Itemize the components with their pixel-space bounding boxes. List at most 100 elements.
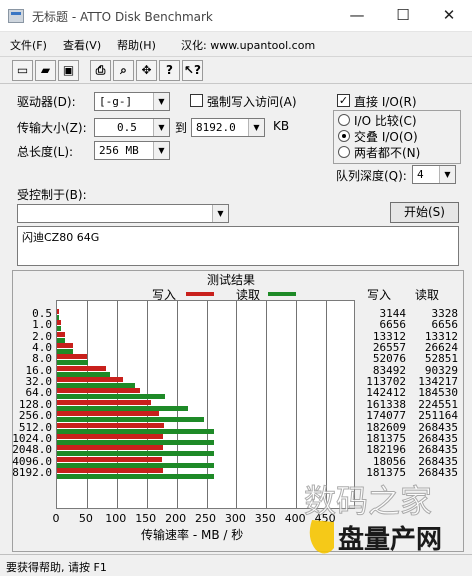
description-input[interactable]: 闪迪CZ80 64G — [17, 226, 459, 266]
queue-depth-label: 队列深度(Q): — [336, 169, 407, 183]
x-tick-label: 300 — [224, 512, 246, 525]
window-title: 无标题 - ATTO Disk Benchmark — [32, 10, 213, 24]
help-icon[interactable]: ? — [159, 60, 180, 81]
chevron-down-icon[interactable]: ▼ — [153, 93, 169, 110]
read-bar — [57, 315, 59, 320]
print-preview-icon[interactable]: ⌕ — [113, 60, 134, 81]
x-tick-label: 250 — [195, 512, 216, 525]
status-text: 要获得帮助, 请按 F1 — [6, 561, 107, 574]
read-bar — [57, 371, 110, 377]
radio-overlapped-io-label: 交叠 I/O(O) — [354, 130, 418, 144]
chevron-down-icon[interactable]: ▼ — [153, 142, 169, 159]
read-bar — [57, 349, 73, 355]
read-bar — [57, 337, 65, 343]
maximize-button[interactable]: ☐ — [380, 0, 426, 32]
x-tick-label: 350 — [254, 512, 276, 525]
read-legend-swatch — [268, 292, 296, 296]
gridline — [296, 301, 298, 508]
queue-depth-select[interactable]: 4 ▼ — [412, 165, 456, 184]
write-bar — [57, 377, 124, 383]
write-bar — [57, 331, 65, 337]
x-tick-label: 150 — [135, 512, 157, 525]
read-bar — [57, 326, 61, 332]
controlled-by-label: 受控制于(B): — [17, 188, 87, 202]
svg-text:盘量产网: 盘量产网 — [338, 524, 442, 555]
read-column-header: 读取 — [415, 288, 440, 302]
svg-text:数码之家: 数码之家 — [304, 482, 432, 520]
chevron-down-icon[interactable]: ▼ — [153, 119, 169, 136]
write-bar — [57, 309, 59, 314]
write-bar — [57, 422, 164, 428]
read-value: 268435 — [418, 465, 458, 479]
radio-neither-label: 两者都不(N) — [354, 146, 421, 160]
drive-value: [-g-] — [99, 95, 133, 108]
transfer-to-value: 8192.0 — [196, 121, 236, 134]
write-bar — [57, 354, 88, 360]
write-bar — [57, 433, 163, 439]
x-tick-label: 50 — [78, 512, 93, 525]
drive-select[interactable]: [-g-] ▼ — [94, 92, 170, 111]
force-write-label: 强制写入访问(A) — [207, 95, 297, 109]
transfer-from-select[interactable]: 0.5 ▼ — [94, 118, 170, 137]
new-icon[interactable]: ▭ — [12, 60, 33, 81]
write-bar — [57, 456, 163, 462]
chevron-down-icon[interactable]: ▼ — [248, 119, 264, 136]
controlled-by-select[interactable]: ▼ — [17, 204, 229, 223]
open-icon[interactable]: ▰ — [35, 60, 56, 81]
x-tick-label: 200 — [165, 512, 187, 525]
write-bar — [57, 365, 106, 371]
save-icon[interactable]: ▣ — [58, 60, 79, 81]
minimize-button[interactable]: — — [334, 0, 380, 32]
print-icon[interactable]: ⎙ — [90, 60, 111, 81]
x-tick-label: 100 — [105, 512, 127, 525]
drive-label: 驱动器(D): — [17, 95, 76, 109]
write-column-header: 写入 — [367, 288, 392, 302]
read-bar — [57, 405, 189, 411]
title-bar: 无标题 - ATTO Disk Benchmark — ☐ ✕ — [0, 0, 472, 32]
radio-io-compare[interactable] — [338, 114, 350, 126]
direct-io-label: 直接 I/O(R) — [354, 95, 417, 109]
write-legend-swatch — [186, 292, 214, 296]
radio-io-compare-label: I/O 比较(C) — [354, 114, 417, 128]
total-length-label: 总长度(L): — [17, 145, 74, 159]
write-bar — [57, 399, 152, 405]
gridline — [266, 301, 268, 508]
write-bar — [57, 343, 73, 349]
gridline — [236, 301, 238, 508]
app-icon — [8, 9, 24, 23]
kb-label: KB — [273, 119, 290, 133]
total-length-value: 256 MB — [99, 144, 139, 157]
menu-file[interactable]: 文件(F) — [10, 37, 47, 53]
transfer-from-value: 0.5 — [117, 121, 137, 134]
read-bar — [57, 383, 136, 389]
force-write-checkbox[interactable] — [190, 94, 203, 107]
gridline — [326, 301, 328, 508]
chevron-down-icon[interactable]: ▼ — [439, 166, 455, 183]
read-bar — [57, 394, 165, 400]
write-bar — [57, 467, 163, 473]
to-label: 到 — [175, 121, 188, 135]
write-bar — [57, 445, 164, 451]
start-button[interactable]: 开始(S) — [390, 202, 459, 223]
x-axis-label: 传输速率 - MB / 秒 — [141, 528, 244, 542]
transfer-size-label: 传输大小(Z): — [17, 121, 87, 135]
status-bar: 要获得帮助, 请按 F1 — [0, 554, 472, 576]
direct-io-checkbox[interactable]: ✓ — [337, 94, 350, 107]
menu-help[interactable]: 帮助(H) — [117, 37, 156, 53]
read-bar — [57, 428, 214, 434]
menu-view[interactable]: 查看(V) — [63, 37, 101, 53]
radio-overlapped-io[interactable] — [338, 130, 350, 142]
chevron-down-icon[interactable]: ▼ — [212, 205, 228, 222]
menu-bar: 文件(F) 查看(V) 帮助(H) 汉化: www.upantool.com — [0, 33, 472, 55]
close-button[interactable]: ✕ — [426, 0, 472, 32]
move-icon[interactable]: ✥ — [136, 60, 157, 81]
context-help-icon[interactable]: ↖? — [182, 60, 203, 81]
radio-neither[interactable] — [338, 146, 350, 158]
total-length-select[interactable]: 256 MB ▼ — [94, 141, 170, 160]
read-bar — [57, 360, 88, 366]
toolbar: ▭ ▰ ▣ ⎙ ⌕ ✥ ? ↖? — [0, 56, 472, 84]
write-bar — [57, 411, 159, 417]
menu-localization[interactable]: 汉化: www.upantool.com — [181, 37, 315, 53]
transfer-to-select[interactable]: 8192.0 ▼ — [191, 118, 265, 137]
write-value: 181375 — [366, 465, 406, 479]
